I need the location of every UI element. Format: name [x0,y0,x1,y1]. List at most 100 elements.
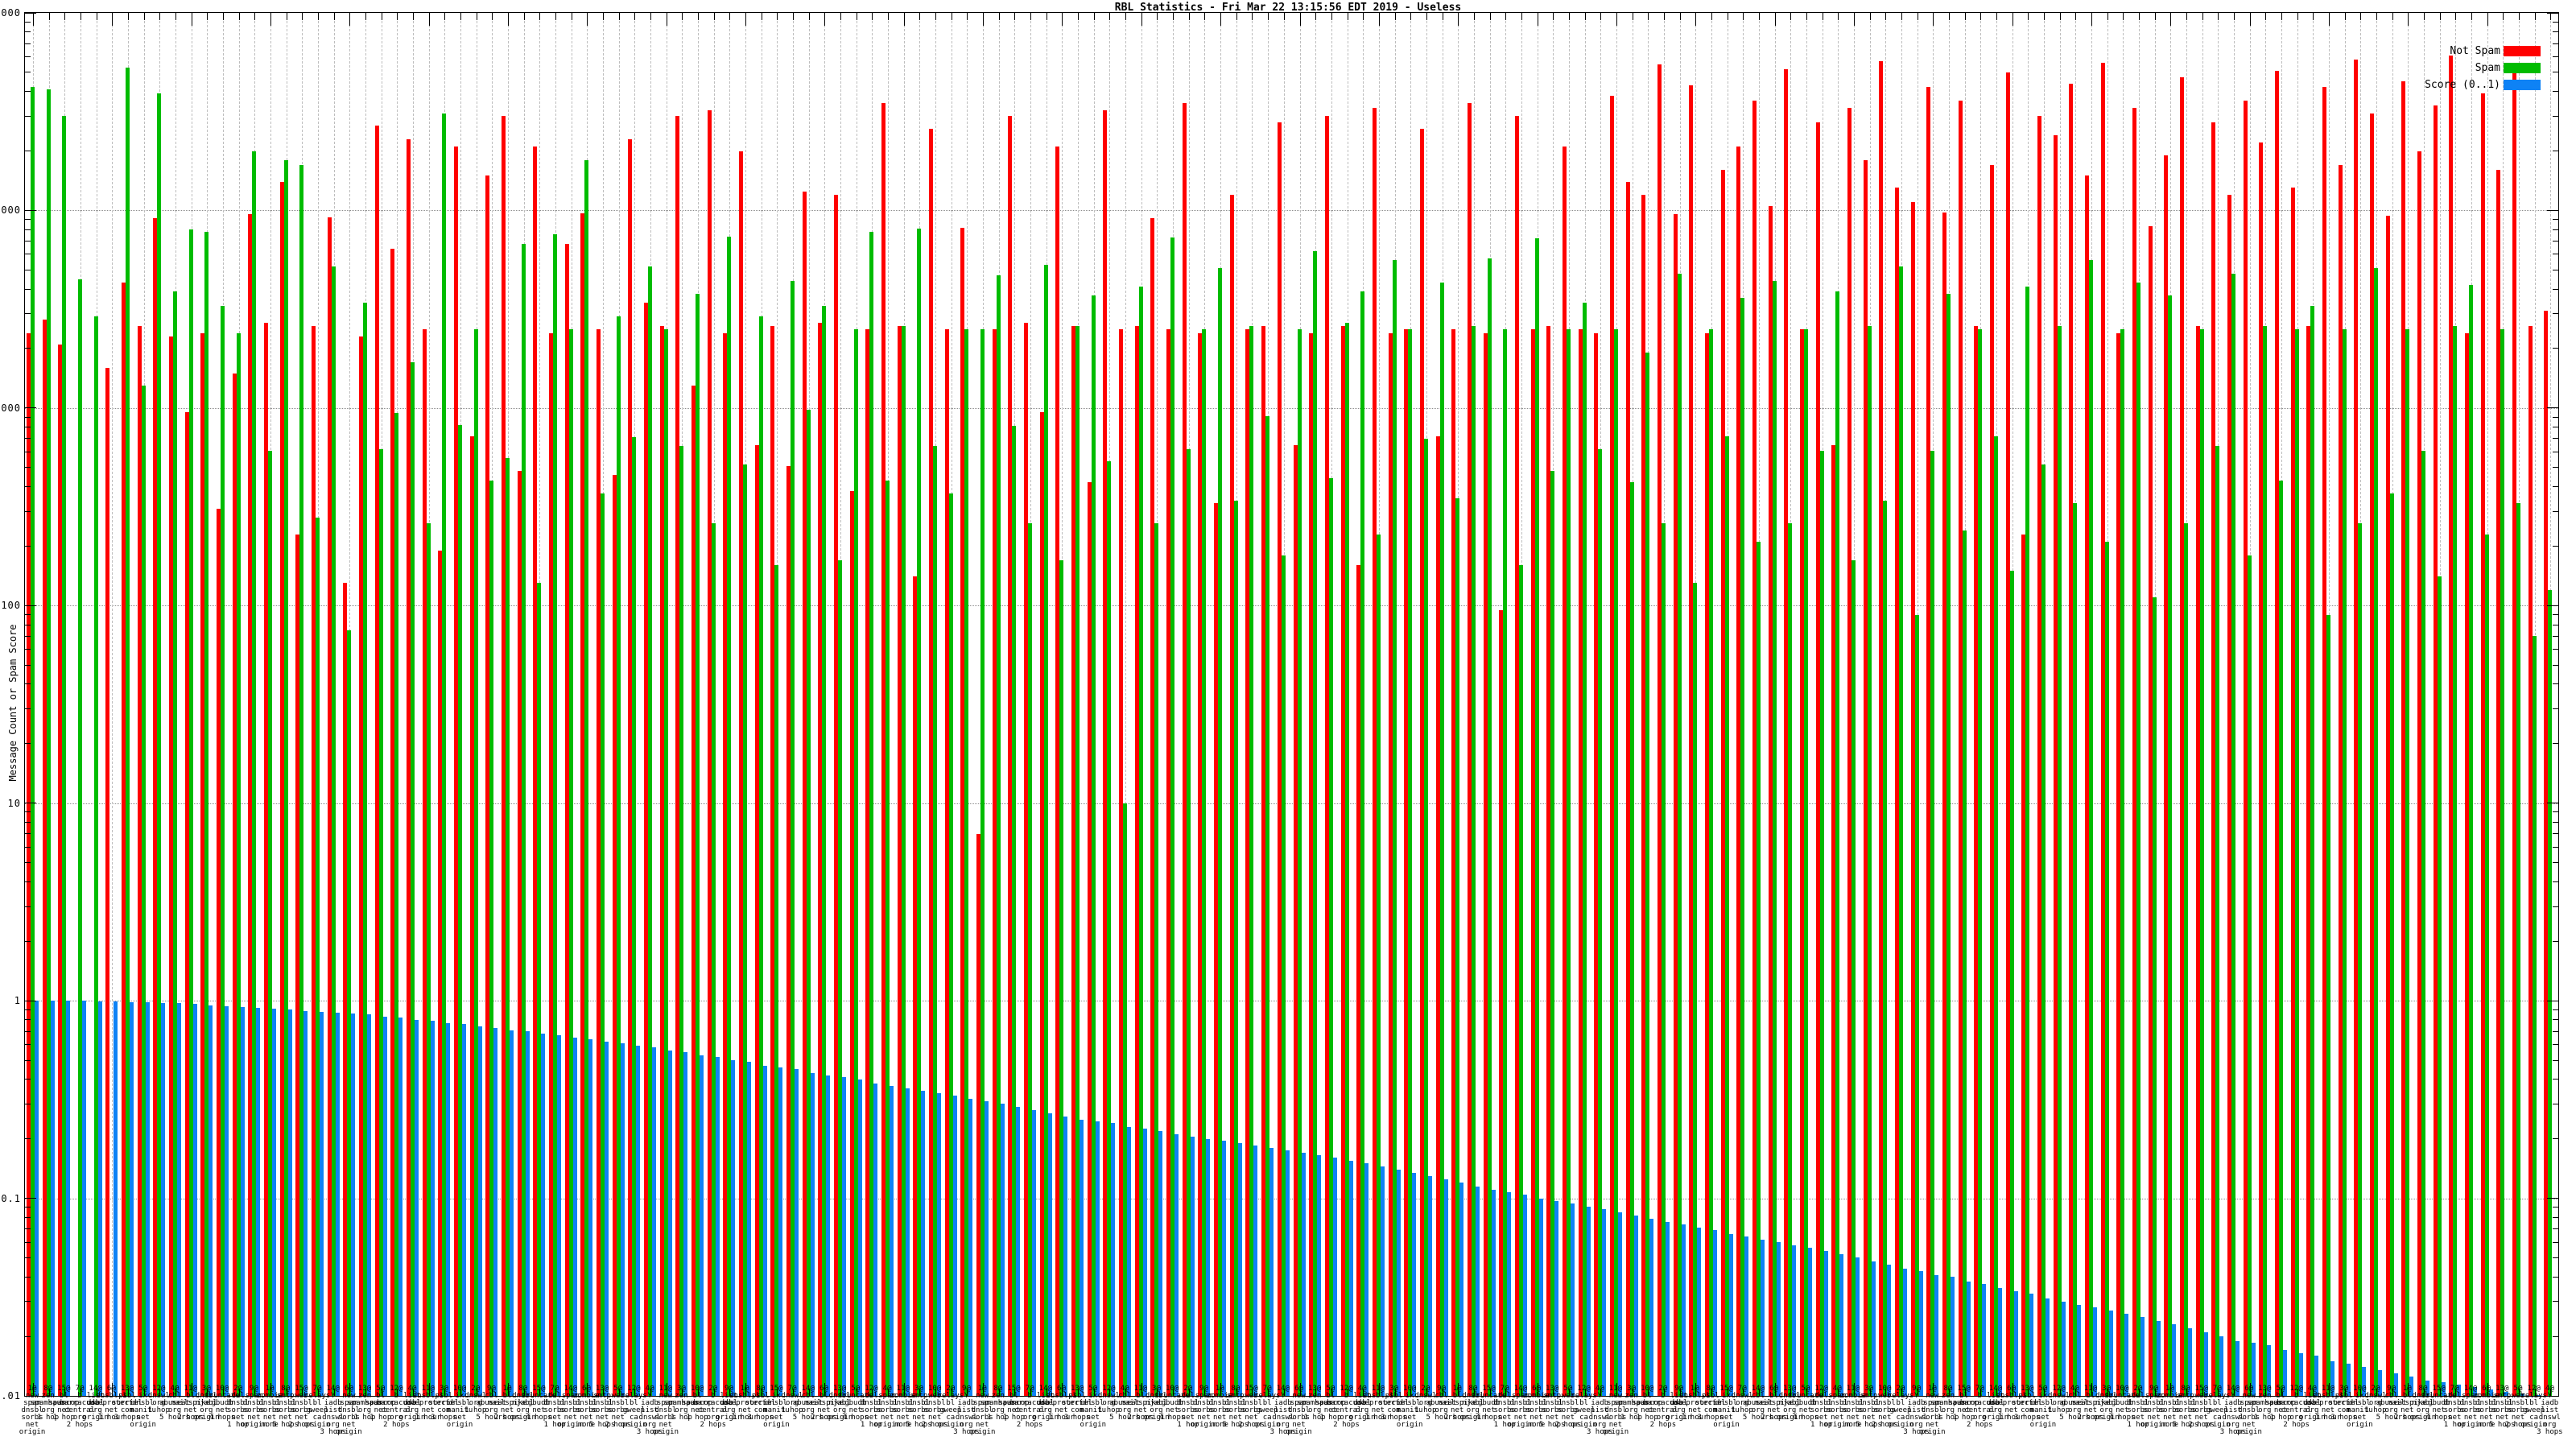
y-minor-tick-right [2553,906,2558,907]
x-tick-top [1948,13,1950,20]
bar-score [2124,1314,2129,1396]
bar-score [731,1060,736,1396]
bar-score [2013,1290,2018,1396]
y-minor-tick-left [25,219,31,221]
y-minor-tick-right [2553,438,2558,440]
y-major-tick-right [2547,12,2558,14]
bar-score [1237,1143,1242,1396]
x-tick-top [2471,13,2472,20]
x-tick-top [1458,13,1459,26]
bar-score [1871,1261,1876,1396]
x-tick-top [1758,13,1760,20]
bar-score [1918,1270,1923,1396]
bar-spam [1803,329,1808,1396]
legend-label-spam: Spam [2475,62,2500,74]
bar-score [1887,1265,1892,1396]
y-tick-label: 1 [14,995,21,1007]
bar-score [1602,1209,1607,1396]
y-major-tick-left [25,407,36,409]
bar-spam [2136,283,2140,1396]
y-minor-tick-right [2553,862,2558,864]
x-tick-top [1790,13,1792,20]
gridline-horizontal [25,407,2558,409]
y-minor-tick-left [25,614,31,616]
bar-score [952,1096,957,1396]
x-tick-top [903,13,905,26]
x-tick-top [1980,13,1982,20]
x-tick-top [128,13,129,20]
bar-score [320,1011,324,1396]
y-minor-tick-left [25,811,31,813]
x-tick-top [428,13,430,26]
y-minor-tick-right [2553,846,2558,848]
bar-score [810,1073,815,1396]
gridline-horizontal [25,210,2558,212]
x-tick-top [888,13,890,20]
x-tick-top [1774,13,1776,26]
bar-score [1348,1160,1353,1396]
bar-spam [1930,450,1935,1396]
x-tick-top [143,13,145,20]
bar-score [1712,1230,1717,1396]
bar-score [177,1003,182,1396]
y-minor-tick-left [25,664,31,666]
bar-score [303,1010,308,1396]
x-tick-top [919,13,921,20]
bar-spam [2278,480,2283,1396]
bar-score [747,1062,752,1396]
y-major-tick-left [25,12,36,14]
y-minor-tick-left [25,1228,31,1230]
x-tick-top [238,13,240,20]
bar-spam [2484,534,2489,1396]
bar-score [985,1100,989,1396]
y-major-tick-right [2547,407,2558,409]
x-tick-top [333,13,335,20]
y-minor-tick-right [2553,1207,2558,1208]
bar-spam [2199,329,2204,1396]
x-tick-top [1141,13,1142,26]
y-minor-tick-right [2553,1216,2558,1218]
x-tick-top [1521,13,1522,20]
x-tick-top [539,13,541,20]
y-tick-label: 0.01 [0,1390,21,1402]
bar-spam [2073,503,2078,1396]
bar-score [541,1034,546,1396]
x-tick-top [713,13,715,20]
gridline-vertical [112,13,114,1396]
x-tick-top [1473,13,1475,20]
y-minor-tick-right [2553,288,2558,290]
y-minor-tick-right [2553,486,2558,488]
bar-score [240,1006,245,1396]
bar-spam [1835,291,1840,1396]
x-tick-top [2059,13,2061,20]
bar-score [1586,1206,1591,1396]
x-tick-top [1648,13,1649,20]
bar-score [1776,1242,1781,1396]
bar-spam [2104,542,2109,1396]
bar-score [208,1005,213,1396]
y-minor-tick-left [25,1301,31,1302]
bar-score [1364,1163,1369,1396]
x-tick-top [1410,13,1412,20]
plot-area: Not Spam Spam Score (0..1) [24,12,2559,1397]
x-tick-top [365,13,367,20]
bar-score [1095,1121,1100,1396]
x-tick-top [2487,13,2488,26]
y-minor-tick-left [25,1019,31,1021]
y-tick-label: 100 [1,600,21,612]
y-minor-tick-right [2553,1044,2558,1046]
y-minor-tick-left [25,635,31,637]
y-minor-tick-right [2553,1276,2558,1278]
bar-score [1459,1183,1464,1396]
x-tick-top [1378,13,1380,26]
y-tick-label: 0.1 [1,1192,21,1204]
y-minor-tick-left [25,881,31,882]
y-minor-tick-left [25,833,31,835]
y-minor-tick-right [2553,240,2558,242]
x-tick-top [397,13,398,20]
bar-score [1301,1153,1306,1396]
y-minor-tick-right [2553,115,2558,117]
x-tick-top [2123,13,2124,20]
x-tick-top [1363,13,1364,20]
y-minor-tick-left [25,862,31,864]
